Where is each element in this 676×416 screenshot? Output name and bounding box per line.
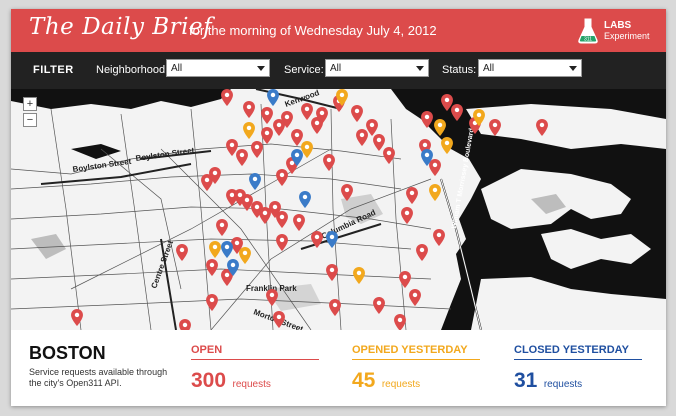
app-frame: The Daily Brief for the morning of Wedne…: [11, 9, 666, 406]
stat-value: 45: [352, 369, 376, 392]
stat-label: OPENED YESTERDAY: [352, 344, 480, 360]
status-label: Status:: [442, 64, 477, 76]
city-title: BOSTON: [29, 343, 106, 363]
stat-opened-yesterday: OPENED YESTERDAY 45 requests: [352, 344, 480, 393]
stat-label: CLOSED YESTERDAY: [514, 344, 642, 360]
zoom-in-button[interactable]: +: [23, 97, 37, 111]
status-value: All: [483, 63, 495, 74]
city-description: Service requests available through the c…: [29, 367, 168, 388]
service-label: Service:: [284, 64, 324, 76]
service-request-map[interactable]: Boylston Street Boylston Street Centre S…: [11, 89, 666, 330]
stat-value: 300: [191, 369, 227, 392]
service-select[interactable]: All: [325, 59, 429, 77]
stat-label: OPEN: [191, 344, 319, 360]
neighborhood-label: Neighborhood:: [96, 64, 169, 76]
summary-footer: BOSTON Service requests available throug…: [11, 330, 666, 406]
zoom-out-button[interactable]: −: [23, 113, 37, 127]
app-title[interactable]: The Daily Brief: [29, 14, 212, 40]
map-canvas[interactable]: Boylston Street Boylston Street Centre S…: [11, 89, 666, 330]
experiment-label: Experiment: [604, 31, 650, 41]
header-bar: The Daily Brief for the morning of Wedne…: [11, 9, 666, 52]
flask-icon: 311: [578, 18, 598, 44]
stat-unit: requests: [543, 379, 583, 390]
filter-bar: FILTER Neighborhood: All Service: All St…: [11, 52, 666, 89]
chevron-down-icon: [569, 66, 577, 71]
map-marker[interactable]: [179, 319, 191, 330]
chevron-down-icon: [416, 66, 424, 71]
svg-text:311: 311: [584, 37, 592, 43]
status-select[interactable]: All: [478, 59, 582, 77]
date-subtitle: for the morning of Wednesday July 4, 201…: [189, 23, 437, 38]
zoom-control: + −: [23, 97, 37, 129]
labs-label: LABS: [604, 20, 632, 31]
neighborhood-select[interactable]: All: [166, 59, 270, 77]
neighborhood-value: All: [171, 63, 183, 74]
stat-open: OPEN 300 requests: [191, 344, 319, 393]
stat-unit: requests: [232, 379, 271, 390]
filter-title: FILTER: [33, 64, 74, 76]
stat-value: 31: [514, 369, 538, 392]
service-value: All: [330, 63, 342, 74]
chevron-down-icon: [257, 66, 265, 71]
stat-closed-yesterday: CLOSED YESTERDAY 31 requests: [514, 344, 642, 393]
stat-unit: requests: [381, 379, 421, 390]
labs-badge[interactable]: 311 LABS Experiment: [576, 17, 658, 45]
